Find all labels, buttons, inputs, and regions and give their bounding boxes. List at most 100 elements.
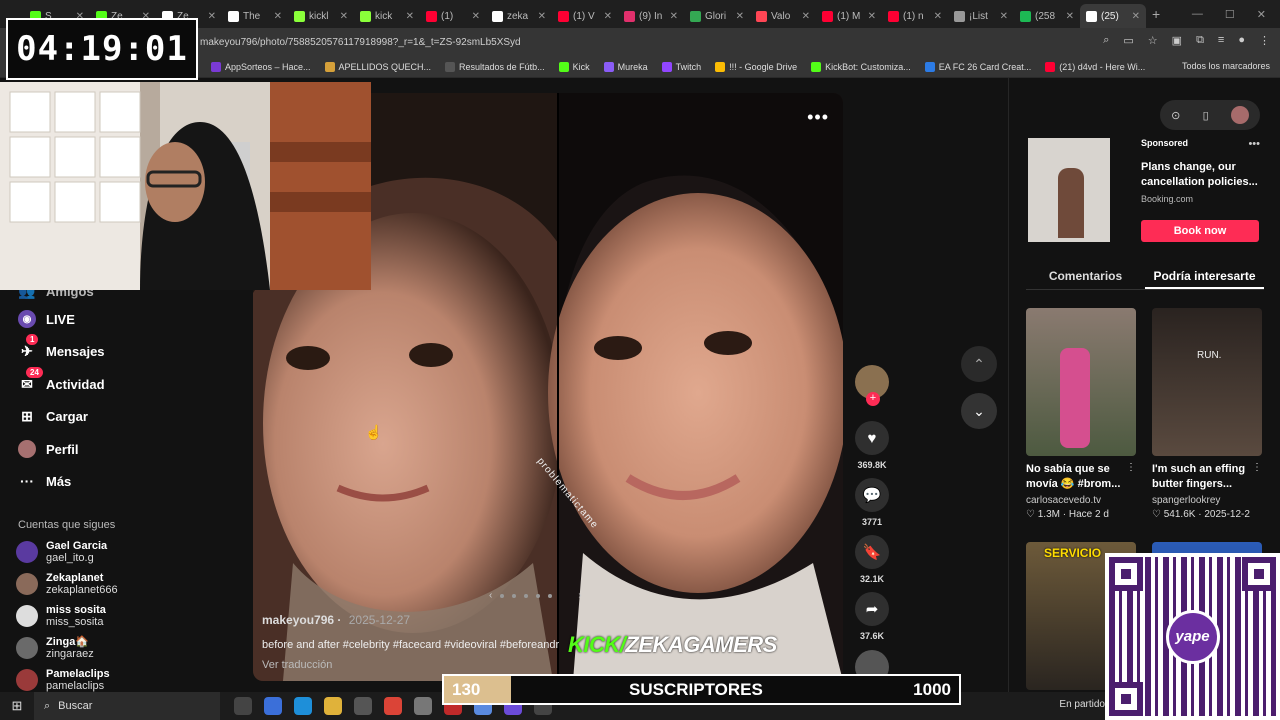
puzzle-icon[interactable]: ⧉ xyxy=(1196,34,1204,47)
tab-close-icon[interactable]: ✕ xyxy=(538,11,546,22)
browser-tab[interactable]: Valo ✕ xyxy=(750,4,816,28)
browser-tab[interactable]: ¡List ✕ xyxy=(948,4,1014,28)
tab-close-icon[interactable]: ✕ xyxy=(604,11,612,22)
ad-more-icon[interactable]: ••• xyxy=(1248,138,1260,150)
app-icon[interactable] xyxy=(354,697,372,715)
browser-tab[interactable]: (9) In ✕ xyxy=(618,4,684,28)
comment-icon[interactable]: 💬 xyxy=(855,478,889,512)
tab-close-icon[interactable]: ✕ xyxy=(274,11,282,22)
close-window-icon[interactable]: ✕ xyxy=(1257,8,1266,21)
menu-icon[interactable]: ⋮ xyxy=(1259,34,1270,47)
card-more-icon[interactable]: ⋮ xyxy=(1252,462,1262,473)
maximize-icon[interactable]: ☐ xyxy=(1225,8,1235,21)
tab-close-icon[interactable]: ✕ xyxy=(868,11,876,22)
book-now-button[interactable]: Book now xyxy=(1141,220,1259,242)
bookmark-item[interactable]: Twitch xyxy=(661,61,701,72)
next-video-button[interactable]: ⌄ xyxy=(961,393,997,429)
browser-tab[interactable]: The ✕ xyxy=(222,4,288,28)
card-author[interactable]: spangerlookrey xyxy=(1152,495,1262,506)
bookmark-item[interactable]: AppSorteos – Hace... xyxy=(210,61,311,72)
save-button[interactable]: 🔖 32.1K xyxy=(852,535,892,584)
tab-comments[interactable]: Comentarios xyxy=(1026,264,1145,289)
bookmark-item[interactable]: !!! - Google Drive xyxy=(715,61,797,72)
tab-close-icon[interactable]: ✕ xyxy=(802,11,810,22)
like-button[interactable]: ♥ 369.8K xyxy=(852,421,892,470)
tab-close-icon[interactable]: ✕ xyxy=(208,11,216,22)
browser-tab[interactable]: (1) M ✕ xyxy=(816,4,882,28)
heart-icon[interactable]: ♥ xyxy=(855,421,889,455)
card-thumbnail[interactable]: RUN. xyxy=(1152,308,1262,456)
author-avatar[interactable]: + xyxy=(852,365,892,406)
video-more-icon[interactable]: ••• xyxy=(807,107,829,128)
browser-tab[interactable]: kick ✕ xyxy=(354,4,420,28)
compass-icon[interactable]: ⊙ xyxy=(1171,109,1180,122)
browser-tab[interactable]: kickl ✕ xyxy=(288,4,354,28)
prev-slide-icon[interactable]: ‹ xyxy=(489,590,492,601)
ad-thumbnail[interactable] xyxy=(1028,138,1110,242)
tab-close-icon[interactable]: ✕ xyxy=(406,11,414,22)
bookmark-item[interactable]: Kick xyxy=(558,61,590,72)
tab-close-icon[interactable]: ✕ xyxy=(670,11,678,22)
card-author[interactable]: carlosacevedo.tv xyxy=(1026,495,1136,506)
share-icon[interactable]: ➦ xyxy=(855,592,889,626)
card-thumbnail[interactable] xyxy=(1026,308,1136,456)
tab-close-icon[interactable]: ✕ xyxy=(472,11,480,22)
user-avatar[interactable] xyxy=(1230,106,1249,124)
following-account[interactable]: Gael Garcia gael_ito.g xyxy=(16,540,107,564)
browser-tab[interactable]: (1) V ✕ xyxy=(552,4,618,28)
zoom-icon[interactable]: ⌕ xyxy=(1103,34,1109,47)
tab-close-icon[interactable]: ✕ xyxy=(1000,11,1008,22)
browser-tab[interactable]: (258 ✕ xyxy=(1014,4,1080,28)
minimize-icon[interactable]: — xyxy=(1192,8,1203,21)
tab-close-icon[interactable]: ✕ xyxy=(1066,11,1074,22)
following-account[interactable]: miss sosita miss_sosita xyxy=(16,604,106,628)
bookmark-item[interactable]: EA FC 26 Card Creat... xyxy=(924,61,1031,72)
phone-icon[interactable]: ▯ xyxy=(1203,109,1209,122)
folder-icon[interactable] xyxy=(324,697,342,715)
following-account[interactable]: Pamelaclips pamelaclips xyxy=(16,668,110,692)
sidebar-item-cargar[interactable]: ⊞ Cargar xyxy=(18,407,88,425)
bookmark-icon[interactable]: 🔖 xyxy=(855,535,889,569)
profile-icon[interactable]: ● xyxy=(1238,34,1245,47)
tab-close-icon[interactable]: ✕ xyxy=(934,11,942,22)
tab-suggested[interactable]: Podría interesarte xyxy=(1145,264,1264,289)
edge-icon[interactable] xyxy=(294,697,312,715)
browser-tab[interactable]: zeka ✕ xyxy=(486,4,552,28)
previous-video-button[interactable]: ⌃ xyxy=(961,346,997,382)
card-more-icon[interactable]: ⋮ xyxy=(1126,462,1136,473)
tab-close-icon[interactable]: ✕ xyxy=(736,11,744,22)
windows-start-icon[interactable]: ⊞ xyxy=(0,698,34,714)
slide-indicator[interactable]: ‹ › xyxy=(489,590,582,601)
bookmark-item[interactable]: Mureka xyxy=(603,61,648,72)
translate-link[interactable]: Ver traducción xyxy=(262,659,332,671)
next-slide-icon[interactable]: › xyxy=(578,590,581,601)
browser-tab[interactable]: Glori ✕ xyxy=(684,4,750,28)
sidebar-item-actividad[interactable]: ✉ 24 Actividad xyxy=(18,367,105,393)
extension-icon[interactable]: ▣ xyxy=(1172,34,1182,47)
address-bar[interactable]: makeyou796/photo/7588520576117918998?_r=… xyxy=(200,32,1060,52)
new-tab-button[interactable]: + xyxy=(1152,6,1160,22)
taskbar-search[interactable]: ⌕ Buscar xyxy=(34,692,220,720)
sidebar-item-más[interactable]: ··· Más xyxy=(18,472,71,490)
star-icon[interactable]: ☆ xyxy=(1148,34,1158,47)
chrome-icon[interactable] xyxy=(384,697,402,715)
suggested-card[interactable]: RUN. I'm such an effing butter fingers..… xyxy=(1152,308,1262,520)
sidebar-item-mensajes[interactable]: ✈ 1 Mensajes xyxy=(18,334,105,360)
browser-tab[interactable]: (1) ✕ xyxy=(420,4,486,28)
task-view-icon[interactable] xyxy=(234,697,252,715)
browser-tab[interactable]: (25) ✕ xyxy=(1080,4,1146,28)
following-account[interactable]: Zekaplanet zekaplanet666 xyxy=(16,572,118,596)
bookmark-item[interactable]: Resultados de Fútb... xyxy=(445,61,545,72)
media-icon[interactable]: ≡ xyxy=(1218,34,1224,47)
suggested-card[interactable]: No sabía que se movía 😂 #brom... carlosa… xyxy=(1026,308,1136,520)
following-account[interactable]: Zinga🏠 zingaraez xyxy=(16,636,94,660)
video-author[interactable]: makeyou796 · 2025-12-27 xyxy=(262,613,410,627)
bookmark-item[interactable]: APELLIDOS QUECH... xyxy=(324,61,431,72)
copilot-icon[interactable] xyxy=(264,697,282,715)
bookmark-item[interactable]: KickBot: Customiza... xyxy=(811,61,911,72)
sidebar-item-perfil[interactable]: ● Perfil xyxy=(18,440,79,458)
comment-button[interactable]: 💬 3771 xyxy=(852,478,892,527)
cast-icon[interactable]: ▭ xyxy=(1123,34,1133,47)
all-bookmarks[interactable]: Todos los marcadores xyxy=(1182,61,1270,71)
share-button[interactable]: ➦ 37.6K xyxy=(852,592,892,641)
